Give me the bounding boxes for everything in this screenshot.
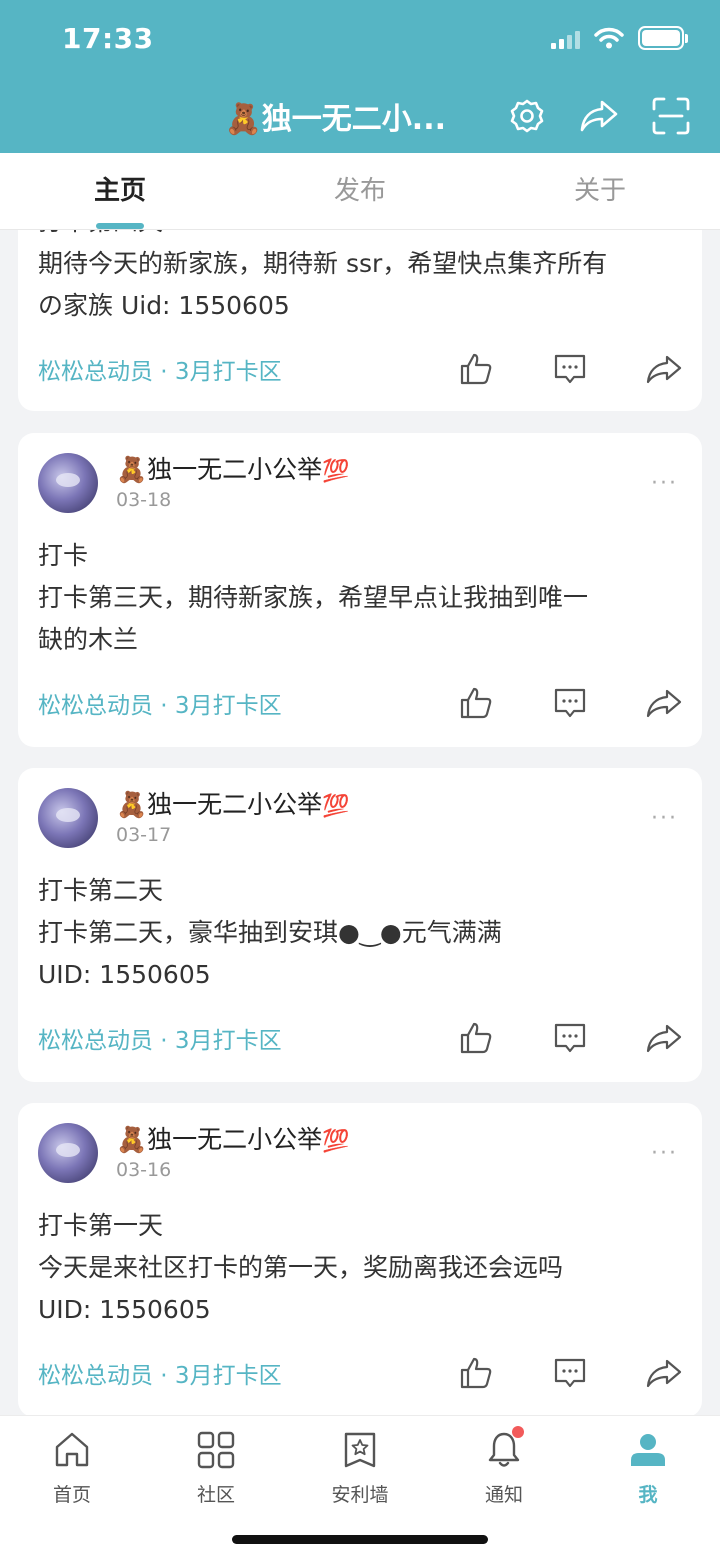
post-tags[interactable]: 松松总动员 · 3月打卡区 [38, 686, 282, 720]
post-feed[interactable]: 打卡第四天 期待今天的新家族，期待新 ssr，希望快点集齐所有 の家族 Uid:… [0, 229, 720, 1415]
author-name: 🧸独一无二小公举💯 [116, 455, 350, 484]
comment-icon[interactable] [552, 685, 588, 721]
notification-dot [512, 1426, 524, 1438]
grid-icon [194, 1428, 238, 1472]
like-icon[interactable] [458, 1020, 494, 1056]
post-title: 打卡第一天 [38, 1211, 164, 1240]
post-footer: 松松总动员 · 3月打卡区 [38, 683, 682, 723]
like-icon[interactable] [458, 1355, 494, 1391]
top-header: 17:33 🧸独一无二小... [0, 0, 720, 153]
tab-about[interactable]: 关于 [480, 153, 720, 229]
post-body: 期待今天的新家族，期待新 ssr，希望快点集齐所有 の家族 Uid: 15506… [38, 249, 608, 320]
like-icon[interactable] [458, 685, 494, 721]
post-card[interactable]: 🧸独一无二小公举💯 03-17 ··· 打卡第二天 打卡第二天，豪华抽到安琪●‿… [18, 768, 702, 1082]
post-date: 03-17 [116, 824, 172, 846]
nav-label: 社区 [196, 1484, 235, 1506]
more-options-icon[interactable]: ··· [651, 1141, 678, 1166]
author-name: 🧸独一无二小公举💯 [116, 1125, 350, 1154]
comment-icon[interactable] [552, 351, 588, 387]
post-title: 打卡第二天 [38, 876, 164, 905]
post-author-row[interactable]: 🧸独一无二小公举💯 03-17 [38, 788, 350, 848]
post-title: 打卡 [38, 541, 89, 570]
post-tags[interactable]: 松松总动员 · 3月打卡区 [38, 352, 282, 386]
post-card[interactable]: 打卡第四天 期待今天的新家族，期待新 ssr，希望快点集齐所有 の家族 Uid:… [18, 229, 702, 411]
comment-icon[interactable] [552, 1020, 588, 1056]
post-body: 打卡第二天，豪华抽到安琪●‿●元气满满 UID: 1550605 [38, 918, 502, 989]
nav-label: 安利墙 [331, 1484, 389, 1506]
scan-icon[interactable] [650, 95, 692, 137]
post-date: 03-16 [116, 1159, 172, 1181]
post-card[interactable]: 🧸独一无二小公举💯 03-18 ··· 打卡 打卡第三天，期待新家族，希望早点让… [18, 433, 702, 747]
post-body: 今天是来社区打卡的第一天，奖励离我还会远吗 UID: 1550605 [38, 1253, 564, 1324]
status-time: 17:33 [62, 22, 154, 55]
tab-home[interactable]: 主页 [0, 153, 240, 229]
bottom-tab-bar: 首页 社区 安利墙 通知 我 [0, 1415, 720, 1558]
share-post-icon[interactable] [646, 685, 682, 721]
nav-recommend-wall[interactable]: 安利墙 [288, 1424, 432, 1516]
more-options-icon[interactable]: ··· [651, 806, 678, 831]
nav-label: 我 [638, 1484, 658, 1506]
nav-notifications[interactable]: 通知 [432, 1424, 576, 1516]
post-body: 打卡第三天，期待新家族，希望早点让我抽到唯一 缺的木兰 [38, 583, 589, 654]
nav-label: 通知 [484, 1484, 523, 1506]
share-post-icon[interactable] [646, 1355, 682, 1391]
more-options-icon[interactable]: ··· [651, 471, 678, 496]
share-icon[interactable] [578, 95, 620, 137]
like-icon[interactable] [458, 351, 494, 387]
avatar[interactable] [38, 453, 98, 513]
comment-icon[interactable] [552, 1355, 588, 1391]
author-name: 🧸独一无二小公举💯 [116, 790, 350, 819]
avatar[interactable] [38, 788, 98, 848]
star-bookmark-icon [338, 1428, 382, 1472]
share-post-icon[interactable] [646, 1020, 682, 1056]
post-title: 打卡第四天 [38, 229, 163, 243]
nav-label: 首页 [52, 1484, 91, 1506]
post-card[interactable]: 🧸独一无二小公举💯 03-16 ··· 打卡第一天 今天是来社区打卡的第一天，奖… [18, 1103, 702, 1415]
profile-title: 🧸独一无二小... [224, 102, 446, 137]
post-footer: 松松总动员 · 3月打卡区 [38, 349, 682, 389]
person-icon [626, 1428, 670, 1472]
post-author-row[interactable]: 🧸独一无二小公举💯 03-16 [38, 1123, 350, 1183]
cellular-signal-icon [551, 27, 580, 49]
post-author-row[interactable]: 🧸独一无二小公举💯 03-18 [38, 453, 350, 513]
nav-me[interactable]: 我 [576, 1424, 720, 1516]
nav-community[interactable]: 社区 [144, 1424, 288, 1516]
home-indicator[interactable] [232, 1535, 488, 1544]
avatar[interactable] [38, 1123, 98, 1183]
status-icons [551, 26, 688, 50]
post-footer: 松松总动员 · 3月打卡区 [38, 1353, 682, 1393]
profile-tabs: 主页 发布 关于 [0, 153, 720, 229]
wifi-icon [594, 27, 624, 49]
tab-publish[interactable]: 发布 [240, 153, 480, 229]
header-title-row: 🧸独一无二小... [224, 94, 692, 138]
settings-gear-icon[interactable] [506, 95, 548, 137]
post-tags[interactable]: 松松总动员 · 3月打卡区 [38, 1021, 282, 1055]
nav-home[interactable]: 首页 [0, 1424, 144, 1516]
post-tags[interactable]: 松松总动员 · 3月打卡区 [38, 1356, 282, 1390]
share-post-icon[interactable] [646, 351, 682, 387]
post-date: 03-18 [116, 489, 172, 511]
battery-icon [638, 26, 688, 50]
post-footer: 松松总动员 · 3月打卡区 [38, 1018, 682, 1058]
bell-icon [482, 1426, 526, 1472]
home-icon [50, 1428, 94, 1472]
